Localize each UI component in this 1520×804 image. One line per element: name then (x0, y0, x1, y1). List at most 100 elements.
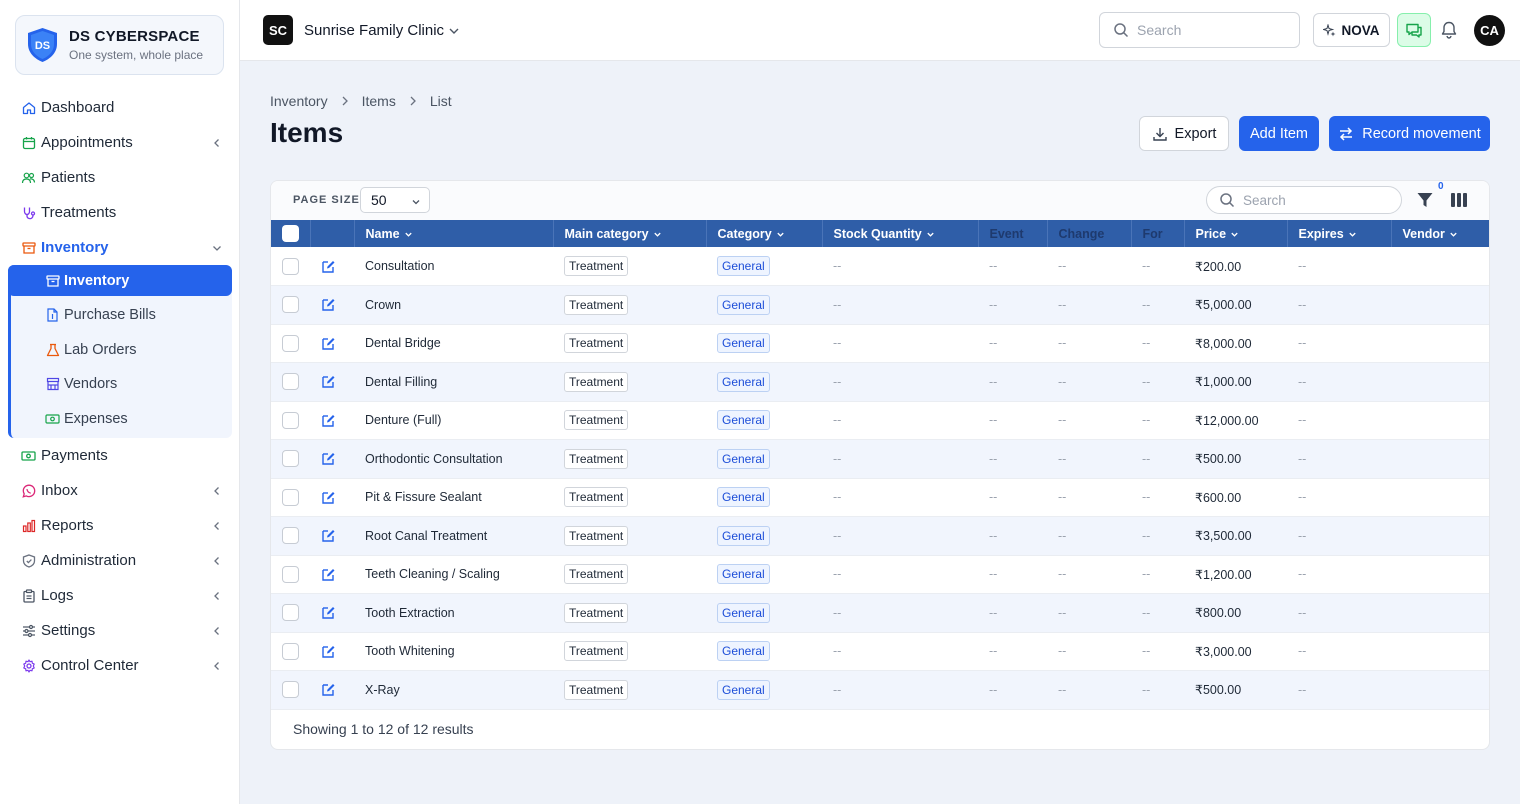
table-row[interactable]: Root Canal Treatment Treatment General -… (271, 516, 1489, 556)
sidebar-item-treatments[interactable]: Treatments (0, 195, 240, 230)
table-row[interactable]: Dental Bridge Treatment General -- -- --… (271, 324, 1489, 363)
sidebar-item-patients[interactable]: Patients (0, 160, 240, 195)
table-row[interactable]: Orthodontic Consultation Treatment Gener… (271, 439, 1489, 479)
select-all-checkbox[interactable] (282, 225, 299, 242)
item-name[interactable]: Pit & Fissure Sealant (354, 478, 553, 517)
sidebar-item-control-center[interactable]: Control Center (0, 648, 240, 683)
org-name[interactable]: Sunrise Family Clinic (304, 22, 444, 39)
global-search-input[interactable] (1137, 22, 1277, 38)
row-checkbox[interactable] (282, 604, 299, 622)
column-header-vendor[interactable]: Vendor (1391, 220, 1489, 247)
table-row[interactable]: Dental Filling Treatment General -- -- -… (271, 362, 1489, 402)
item-name[interactable]: Dental Bridge (354, 324, 553, 363)
row-checkbox[interactable] (282, 411, 299, 429)
brand-card[interactable]: DS DS CYBERSPACE One system, whole place (15, 15, 224, 75)
sidebar-item-appointments[interactable]: Appointments (0, 125, 240, 160)
row-checkbox[interactable] (282, 488, 299, 506)
expires: -- (1298, 567, 1307, 582)
sidebar-subitem-lab-orders[interactable]: Lab Orders (11, 333, 232, 368)
page-size-select[interactable]: 50 (360, 187, 430, 213)
change: -- (1058, 259, 1067, 273)
change: -- (1058, 528, 1067, 543)
table-row[interactable]: Tooth Whitening Treatment General -- -- … (271, 632, 1489, 671)
table-search-input[interactable] (1243, 192, 1383, 208)
table-row[interactable]: Denture (Full) Treatment General -- -- -… (271, 401, 1489, 440)
table-search[interactable] (1206, 186, 1402, 214)
chevron-down-icon[interactable] (448, 25, 460, 37)
sidebar-item-dashboard[interactable]: Dashboard (0, 90, 240, 125)
edit-icon[interactable] (321, 259, 336, 274)
sidebar-subitem-expenses[interactable]: Expenses (11, 402, 232, 437)
column-header-main-category[interactable]: Main category (553, 220, 707, 247)
sidebar-item-inventory[interactable]: Inventory (0, 230, 240, 265)
column-header-expires[interactable]: Expires (1287, 220, 1392, 247)
sidebar-item-payments[interactable]: Payments (0, 438, 240, 473)
columns-icon[interactable] (1450, 192, 1468, 208)
sidebar-item-reports[interactable]: Reports (0, 508, 240, 543)
edit-icon[interactable] (321, 682, 336, 697)
edit-icon[interactable] (321, 413, 336, 428)
change: -- (1058, 682, 1067, 697)
column-header-category[interactable]: Category (706, 220, 823, 247)
row-checkbox[interactable] (282, 334, 299, 352)
breadcrumb-item[interactable]: Items (362, 93, 396, 109)
sidebar-item-inbox[interactable]: Inbox (0, 473, 240, 508)
row-checkbox[interactable] (282, 257, 299, 275)
sidebar-nav: Dashboard Appointments Patients Treatmen… (0, 90, 240, 683)
edit-icon[interactable] (321, 336, 336, 351)
item-name[interactable]: Crown (354, 286, 553, 325)
item-name[interactable]: Dental Filling (354, 363, 553, 402)
export-button[interactable]: Export (1139, 116, 1229, 151)
table-row[interactable]: Consultation Treatment General -- -- -- … (271, 247, 1489, 286)
row-checkbox[interactable] (282, 450, 299, 468)
table-row[interactable]: Tooth Extraction Treatment General -- --… (271, 593, 1489, 633)
sidebar-item-settings[interactable]: Settings (0, 613, 240, 648)
add-item-button[interactable]: Add Item (1239, 116, 1319, 151)
nova-button[interactable]: NOVA (1313, 13, 1390, 47)
global-search[interactable] (1099, 12, 1300, 48)
filter-icon[interactable] (1416, 191, 1434, 209)
row-checkbox[interactable] (282, 642, 299, 660)
row-checkbox[interactable] (282, 681, 299, 699)
row-checkbox[interactable] (282, 565, 299, 583)
item-name[interactable]: Denture (Full) (354, 401, 553, 440)
item-name[interactable]: Tooth Whitening (354, 632, 553, 671)
item-name[interactable]: X-Ray (354, 671, 553, 710)
org-badge[interactable]: SC (263, 15, 293, 45)
column-header-stock-quantity[interactable]: Stock Quantity (822, 220, 979, 247)
table-row[interactable]: Teeth Cleaning / Scaling Treatment Gener… (271, 555, 1489, 594)
item-name[interactable]: Root Canal Treatment (354, 517, 553, 556)
item-name[interactable]: Teeth Cleaning / Scaling (354, 555, 553, 594)
edit-icon[interactable] (321, 490, 336, 505)
sidebar-subitem-vendors[interactable]: Vendors (11, 367, 232, 402)
chat-button[interactable] (1397, 13, 1431, 47)
edit-icon[interactable] (321, 644, 336, 659)
record-movement-button[interactable]: Record movement (1329, 116, 1490, 151)
expires: -- (1298, 413, 1307, 428)
table-row[interactable]: Crown Treatment General -- -- -- -- ₹5,0… (271, 285, 1489, 325)
sidebar-item-administration[interactable]: Administration (0, 543, 240, 578)
brand-tagline: One system, whole place (69, 48, 204, 62)
edit-icon[interactable] (321, 528, 336, 543)
item-name[interactable]: Consultation (354, 247, 553, 286)
row-checkbox[interactable] (282, 373, 299, 391)
item-name[interactable]: Orthodontic Consultation (354, 440, 553, 479)
bell-icon[interactable] (1439, 20, 1459, 40)
sidebar-item-logs[interactable]: Logs (0, 578, 240, 613)
sidebar-subitem-inventory[interactable]: Inventory (8, 265, 232, 296)
sidebar-subitem-purchase-bills[interactable]: Purchase Bills (11, 298, 232, 333)
table-row[interactable]: X-Ray Treatment General -- -- -- -- ₹500… (271, 670, 1489, 710)
column-header-price[interactable]: Price (1184, 220, 1288, 247)
edit-icon[interactable] (321, 605, 336, 620)
edit-icon[interactable] (321, 374, 336, 389)
avatar[interactable]: CA (1474, 15, 1505, 46)
edit-icon[interactable] (321, 451, 336, 466)
breadcrumb-item[interactable]: Inventory (270, 93, 328, 109)
row-checkbox[interactable] (282, 527, 299, 545)
item-name[interactable]: Tooth Extraction (354, 594, 553, 633)
row-checkbox[interactable] (282, 296, 299, 314)
table-row[interactable]: Pit & Fissure Sealant Treatment General … (271, 478, 1489, 517)
edit-icon[interactable] (321, 297, 336, 312)
edit-icon[interactable] (321, 567, 336, 582)
column-header-name[interactable]: Name (354, 220, 554, 247)
